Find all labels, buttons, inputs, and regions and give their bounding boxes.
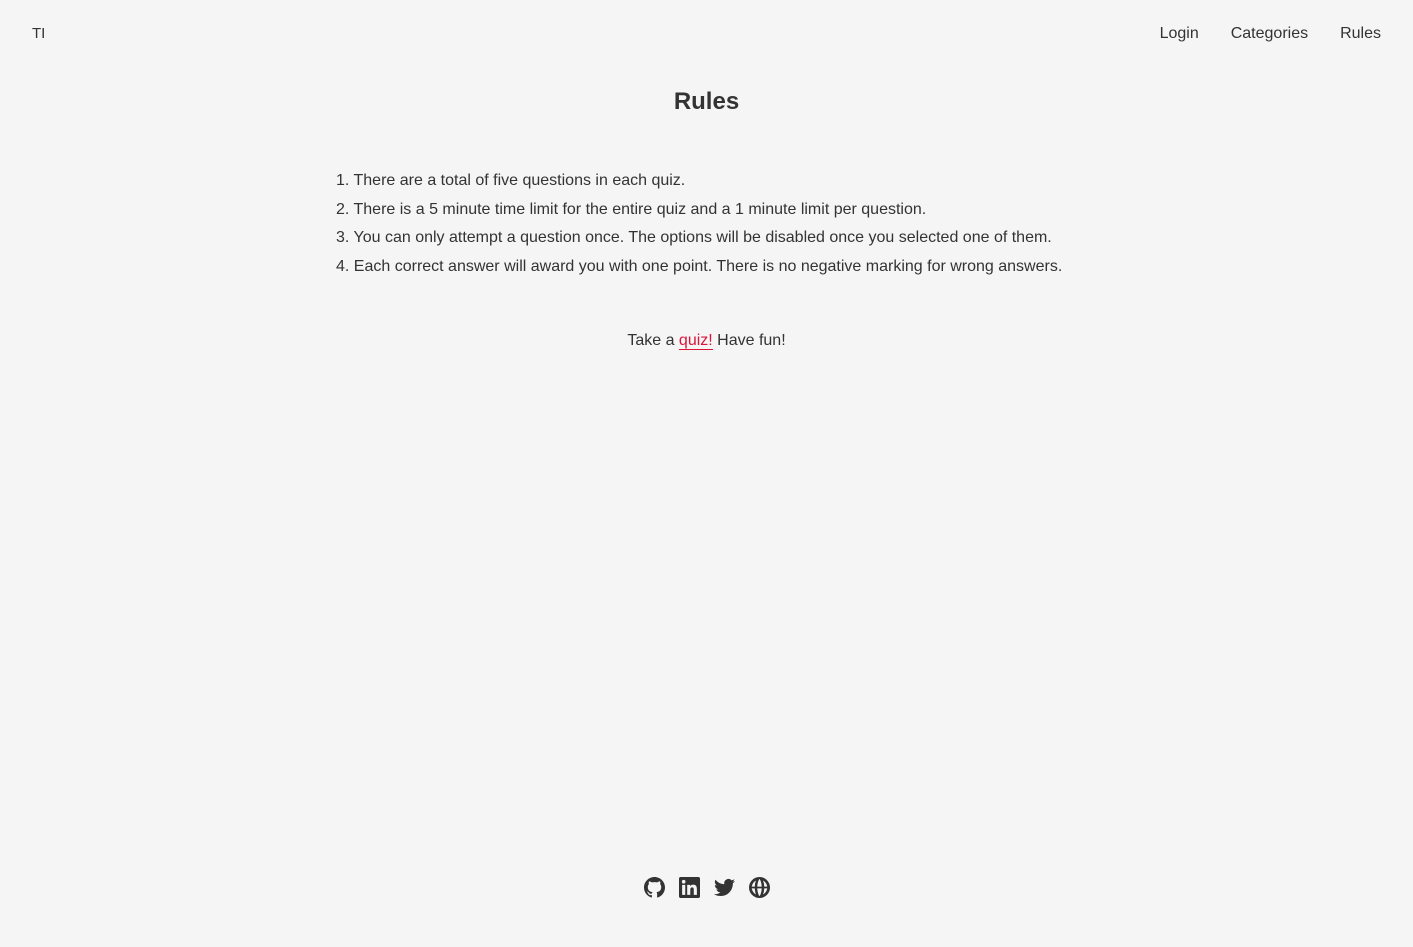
footer-social-links: [0, 876, 1413, 898]
rule-number: 1.: [336, 172, 350, 189]
rules-list: 1. There are a total of five questions i…: [336, 167, 1062, 281]
rule-item: 2. There is a 5 minute time limit for th…: [336, 196, 1062, 225]
rule-text: You can only attempt a question once. Th…: [353, 229, 1052, 247]
rule-text: Each correct answer will award you with …: [353, 257, 1063, 275]
cta-suffix: Have fun!: [712, 332, 786, 349]
linkedin-icon: [678, 876, 700, 898]
website-link[interactable]: [748, 876, 770, 898]
github-link[interactable]: [643, 876, 665, 898]
quiz-cta: Take a quiz! Have fun!: [0, 329, 1413, 353]
rule-item: 1. There are a total of five questions i…: [336, 167, 1062, 196]
twitter-icon: [713, 878, 735, 896]
twitter-link[interactable]: [713, 876, 735, 898]
rule-text: There is a 5 minute time limit for the e…: [353, 200, 927, 218]
top-nav: Login Categories Rules: [1160, 24, 1381, 44]
nav-rules[interactable]: Rules: [1340, 24, 1381, 44]
github-icon: [643, 876, 665, 897]
rule-item: 3. You can only attempt a question once.…: [336, 224, 1062, 253]
rule-item: 4. Each correct answer will award you wi…: [336, 253, 1062, 282]
rule-number: 2.: [336, 200, 350, 218]
rule-number: 4.: [336, 257, 350, 275]
site-logo[interactable]: TI: [32, 24, 45, 44]
page-title: Rules: [673, 88, 740, 115]
globe-icon: [748, 876, 770, 898]
rule-number: 3.: [336, 229, 350, 247]
cta-prefix: Take a: [627, 332, 679, 349]
rules-page: TI Login Categories Rules Rules 1. There…: [0, 0, 1413, 947]
nav-login[interactable]: Login: [1160, 24, 1199, 44]
rule-text: There are a total of five questions in e…: [353, 172, 686, 189]
linkedin-link[interactable]: [678, 876, 700, 898]
nav-categories[interactable]: Categories: [1231, 24, 1308, 44]
quiz-link[interactable]: quiz!: [678, 332, 713, 350]
